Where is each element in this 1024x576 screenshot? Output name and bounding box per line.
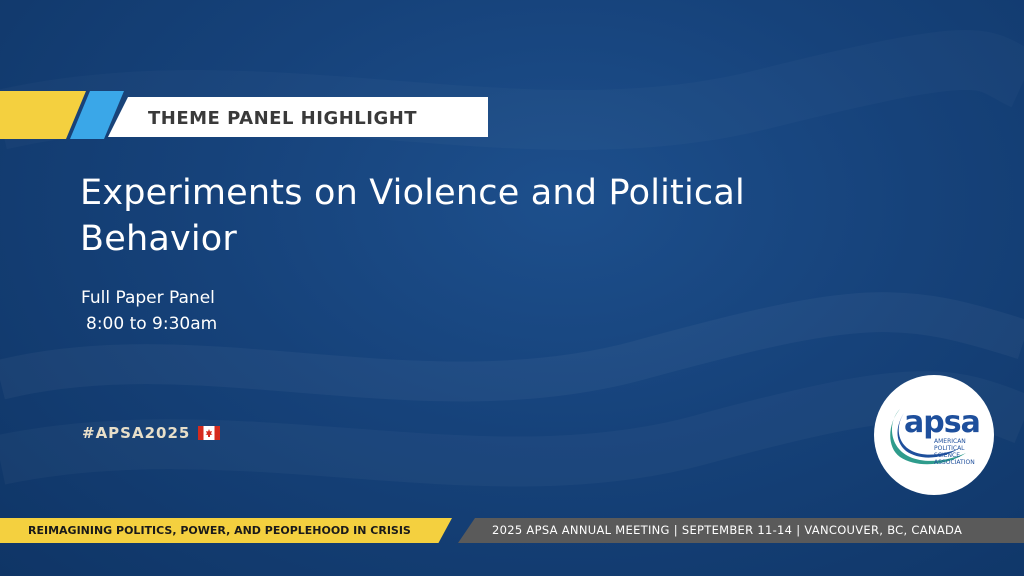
footer-theme-text: REIMAGINING POLITICS, POWER, AND PEOPLEH… xyxy=(28,524,411,562)
hashtag: #APSA2025 xyxy=(82,424,191,442)
logo-wordmark: apsa xyxy=(904,405,981,440)
footer-theme-bar: REIMAGINING POLITICS, POWER, AND PEOPLEH… xyxy=(0,518,452,543)
theme-panel-banner: THEME PANEL HIGHLIGHT xyxy=(0,91,500,139)
apsa-logo: apsa AMERICAN POLITICAL SCIENCE ASSOCIAT… xyxy=(874,375,994,495)
canada-flag-icon xyxy=(198,426,221,440)
footer-event-bar: 2025 APSA ANNUAL MEETING | SEPTEMBER 11-… xyxy=(458,518,1024,543)
panel-type: Full Paper Panel xyxy=(81,288,215,308)
hashtag-row: #APSA2025 xyxy=(82,424,221,442)
panel-title: Experiments on Violence and Political Be… xyxy=(80,173,745,259)
panel-time: 8:00 to 9:30am xyxy=(86,314,218,334)
logo-subtext: AMERICAN POLITICAL SCIENCE ASSOCIATION xyxy=(934,438,975,466)
theme-panel-label: THEME PANEL HIGHLIGHT xyxy=(148,108,418,129)
footer-event-text: 2025 APSA ANNUAL MEETING | SEPTEMBER 11-… xyxy=(492,523,963,537)
